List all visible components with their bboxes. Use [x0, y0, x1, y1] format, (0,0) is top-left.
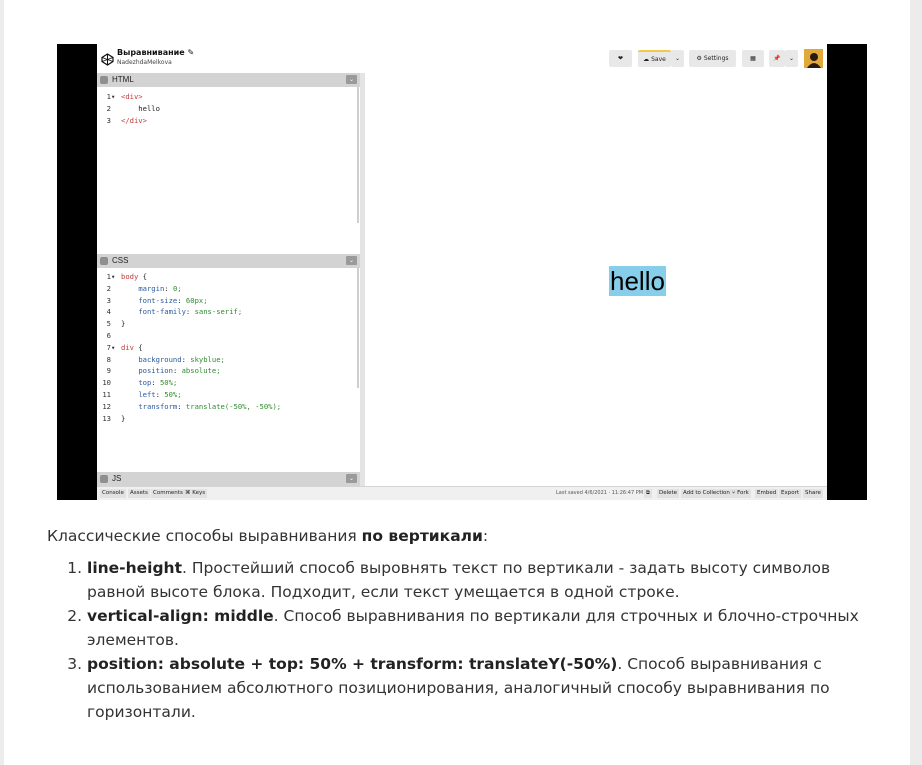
layout-button[interactable]: ▦ — [742, 50, 764, 67]
save-dropdown-button[interactable]: ⌄ — [671, 50, 684, 67]
list-item: vertical-align: middle. Способ выравнива… — [87, 604, 877, 652]
code-line[interactable]: 12 transform: translate(-50%, -50%); — [97, 401, 281, 413]
fork-button[interactable]: ⑂ Fork — [730, 489, 751, 498]
avatar[interactable] — [804, 49, 823, 68]
settings-button[interactable]: ⚙ Settings — [689, 50, 736, 67]
bottom-bar: Console Assets Comments ⌘ Keys Last save… — [97, 486, 827, 500]
intro-paragraph: Классические способы выравнивания по вер… — [47, 527, 489, 545]
code-line[interactable]: 3 </div> — [97, 115, 160, 127]
pen-author[interactable]: NadezhdaMelkova — [117, 59, 172, 66]
html-editor-header: HTML ⌄ — [97, 73, 360, 87]
codepen-screenshot: Выравнивание ✎ NadezhdaMelkova ❤ ☁ Save ⌄… — [57, 44, 867, 500]
embed-button[interactable]: Embed — [755, 489, 779, 498]
heart-button[interactable]: ❤ — [609, 50, 632, 67]
last-saved-text: Last saved 4/6/2021 · 11:26:47 PM — [556, 490, 644, 496]
code-line[interactable]: 8 background: skyblue; — [97, 354, 281, 366]
article-page: Выравнивание ✎ NadezhdaMelkova ❤ ☁ Save ⌄… — [4, 0, 910, 765]
console-button[interactable]: Console — [100, 489, 126, 498]
result-preview[interactable] — [365, 73, 827, 486]
cloud-icon: ☁ — [643, 56, 650, 63]
heart-icon: ❤ — [617, 55, 624, 62]
code-line[interactable]: 2 margin: 0; — [97, 283, 281, 295]
preview-hello-box: hello — [609, 266, 666, 296]
pen-title[interactable]: Выравнивание ✎ — [117, 48, 194, 57]
methods-list: line-height. Простейший способ выровнять… — [47, 556, 877, 724]
html-code[interactable]: 1▾ <div> 2 hello 3 </div> — [97, 91, 160, 126]
code-line[interactable]: 5} — [97, 318, 281, 330]
code-line[interactable]: 7▾ div { — [97, 342, 281, 354]
share-button[interactable]: Share — [803, 489, 823, 498]
code-line[interactable]: 9 position: absolute; — [97, 365, 281, 377]
codepen-logo-icon[interactable] — [101, 51, 114, 66]
gear-icon[interactable] — [100, 257, 108, 265]
pin-button[interactable]: 📌 — [769, 50, 785, 67]
css-editor-header: CSS ⌄ — [97, 254, 360, 268]
list-item: position: absolute + top: 50% + transfor… — [87, 652, 877, 724]
gear-icon: ⚙ — [696, 55, 702, 62]
code-line[interactable]: 4 font-family: sans-serif; — [97, 306, 281, 318]
chevron-down-icon: ⌄ — [674, 55, 681, 62]
export-button[interactable]: Export — [779, 489, 802, 498]
code-line[interactable]: 1▾ <div> — [97, 91, 160, 103]
save-button[interactable]: ☁ Save — [638, 50, 671, 67]
delete-button[interactable]: Delete — [657, 489, 680, 498]
codepen-window: Выравнивание ✎ NadezhdaMelkova ❤ ☁ Save ⌄… — [97, 44, 827, 500]
code-line[interactable]: 2 hello — [97, 103, 160, 115]
layout-icon: ▦ — [750, 55, 756, 62]
gear-icon[interactable] — [100, 475, 108, 483]
pin-icon: 📌 — [773, 55, 781, 62]
codepen-header: Выравнивание ✎ NadezhdaMelkova ❤ ☁ Save ⌄… — [97, 44, 827, 74]
editors-column: HTML ⌄ 1▾ <div> 2 hello 3 </div> CSS ⌄ 1▾ bod… — [97, 73, 365, 486]
js-editor-header: JS ⌄ — [97, 472, 360, 486]
js-editor-label: JS — [112, 474, 122, 483]
assets-button[interactable]: Assets — [128, 489, 150, 498]
collapse-editor-button[interactable]: ⌄ — [346, 256, 357, 265]
code-line[interactable]: 11 left: 50%; — [97, 389, 281, 401]
html-editor-label: HTML — [112, 75, 134, 84]
list-item: line-height. Простейший способ выровнять… — [87, 556, 877, 604]
html-scrollbar[interactable] — [357, 87, 359, 223]
css-editor-label: CSS — [112, 256, 129, 265]
css-code[interactable]: 1▾ body {2 margin: 0; 3 font-size: 60px; 4 … — [97, 271, 281, 424]
collapse-editor-button[interactable]: ⌄ — [346, 75, 357, 84]
external-link-icon[interactable]: ⧉ — [644, 489, 652, 498]
pin-dropdown-button[interactable]: ⌄ — [785, 50, 798, 67]
code-line[interactable]: 3 font-size: 60px; — [97, 295, 281, 307]
code-line[interactable]: 6 — [97, 330, 281, 342]
edit-pencil-icon[interactable]: ✎ — [187, 48, 194, 57]
keys-button[interactable]: ⌘ Keys — [183, 489, 208, 498]
code-line[interactable]: 13} — [97, 413, 281, 425]
code-line[interactable]: 1▾ body { — [97, 271, 281, 283]
css-scrollbar[interactable] — [357, 268, 359, 388]
gear-icon[interactable] — [100, 76, 108, 84]
add-to-collection-button[interactable]: Add to Collection — [681, 489, 732, 498]
comments-button[interactable]: Comments — [151, 489, 185, 498]
collapse-editor-button[interactable]: ⌄ — [346, 474, 357, 483]
code-line[interactable]: 10 top: 50%; — [97, 377, 281, 389]
chevron-down-icon: ⌄ — [788, 55, 795, 62]
article-text: Классические способы выравнивания по вер… — [47, 524, 877, 724]
